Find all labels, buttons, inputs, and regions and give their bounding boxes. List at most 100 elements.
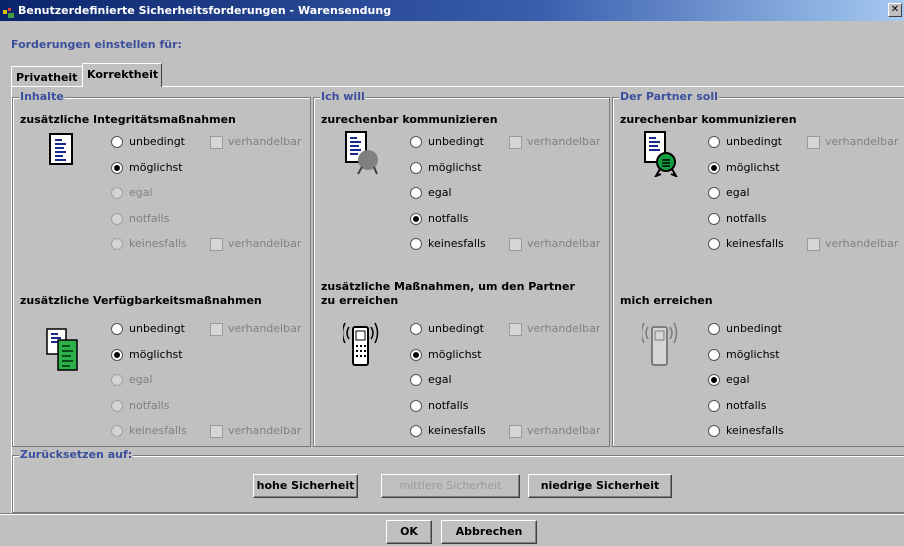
radio-label: möglichst (726, 347, 780, 361)
radio-button[interactable] (111, 212, 123, 225)
radio-integritaet-0[interactable]: unbedingt verhandelbar (111, 134, 306, 150)
radio-button[interactable] (111, 323, 123, 335)
group-legend: Inhalte (19, 90, 65, 104)
radio-label: notfalls (428, 398, 469, 412)
radio-button[interactable] (708, 348, 720, 361)
radio-button[interactable] (708, 212, 720, 225)
radio-partner-zurechenbar-3[interactable]: notfalls (708, 211, 903, 227)
radio-button[interactable] (111, 238, 123, 250)
verhandelbar-checkbox[interactable] (509, 323, 522, 336)
verhandelbar-checkbox[interactable] (807, 136, 820, 149)
radio-ich-zurechenbar-4[interactable]: keinesfalls verhandelbar (410, 236, 605, 252)
radio-ich-erreichen-0[interactable]: unbedingt verhandelbar (410, 321, 605, 337)
radio-partner-erreichen-1[interactable]: möglichst (708, 347, 903, 363)
radio-verfuegbarkeit-3[interactable]: notfalls (111, 398, 306, 414)
title-bar: Benutzerdefinierte Sicherheitsforderunge… (0, 0, 904, 21)
radio-ich-zurechenbar-2[interactable]: egal (410, 185, 605, 201)
radio-label: notfalls (129, 211, 170, 225)
radio-button[interactable] (708, 161, 720, 174)
radio-ich-erreichen-4[interactable]: keinesfalls verhandelbar (410, 423, 605, 439)
radio-ich-zurechenbar-3[interactable]: notfalls (410, 211, 605, 227)
radio-partner-erreichen-3[interactable]: notfalls (708, 398, 903, 414)
radio-ich-erreichen-1[interactable]: möglichst (410, 347, 605, 363)
radio-integritaet-3[interactable]: notfalls (111, 211, 306, 227)
radio-partner-zurechenbar-4[interactable]: keinesfalls verhandelbar (708, 236, 903, 252)
radio-partner-erreichen-0[interactable]: unbedingt (708, 321, 903, 337)
radio-ich-erreichen-3[interactable]: notfalls (410, 398, 605, 414)
radio-button[interactable] (410, 161, 422, 174)
window-title: Benutzerdefinierte Sicherheitsforderunge… (18, 4, 392, 17)
radio-button[interactable] (708, 374, 720, 386)
verhandelbar-checkbox[interactable] (807, 238, 820, 251)
radio-button[interactable] (410, 425, 422, 437)
reset-legend: Zurücksetzen auf: (19, 448, 134, 462)
radio-label: unbedingt (726, 135, 782, 148)
radio-label: keinesfalls (726, 237, 784, 250)
radio-verfuegbarkeit-1[interactable]: möglichst (111, 347, 306, 363)
radio-label: keinesfalls (428, 424, 486, 437)
radio-label: egal (129, 186, 153, 199)
radio-button[interactable] (708, 187, 720, 199)
radio-integritaet-2[interactable]: egal (111, 185, 306, 201)
radio-ich-erreichen-2[interactable]: egal (410, 372, 605, 388)
radio-button[interactable] (410, 136, 422, 148)
radio-button[interactable] (111, 399, 123, 412)
radio-verfuegbarkeit-2[interactable]: egal (111, 372, 306, 388)
radio-button[interactable] (111, 374, 123, 386)
mobile-phone-icon (640, 321, 678, 370)
dialog-window: Benutzerdefinierte Sicherheitsforderunge… (0, 0, 904, 546)
radio-label: keinesfalls (129, 237, 187, 250)
radio-label: unbedingt (428, 322, 484, 335)
verhandelbar-checkbox[interactable] (210, 136, 223, 149)
radio-button[interactable] (708, 136, 720, 148)
radio-button[interactable] (111, 187, 123, 199)
radio-button[interactable] (410, 212, 422, 225)
radio-partner-erreichen-2[interactable]: egal (708, 372, 903, 388)
forderungen-label: Forderungen einstellen für: (11, 38, 182, 51)
tab-privatheit[interactable]: Privatheit (11, 66, 83, 87)
reset-low-button[interactable]: niedrige Sicherheit (528, 474, 672, 498)
verhandelbar-checkbox[interactable] (509, 136, 522, 149)
radio-partner-zurechenbar-1[interactable]: möglichst (708, 160, 903, 176)
radio-button[interactable] (410, 399, 422, 412)
verhandelbar-checkbox[interactable] (210, 425, 223, 438)
radio-verfuegbarkeit-4[interactable]: keinesfalls verhandelbar (111, 423, 306, 439)
verhandelbar-checkbox[interactable] (210, 238, 223, 251)
radio-button[interactable] (708, 238, 720, 250)
ok-button[interactable]: OK (386, 520, 432, 544)
radio-partner-erreichen-4[interactable]: keinesfalls (708, 423, 903, 439)
radio-button[interactable] (111, 348, 123, 361)
radio-button[interactable] (410, 374, 422, 386)
radio-partner-zurechenbar-2[interactable]: egal (708, 185, 903, 201)
radio-button[interactable] (708, 425, 720, 437)
radio-button[interactable] (410, 323, 422, 335)
radio-button[interactable] (410, 187, 422, 199)
reset-high-button[interactable]: hohe Sicherheit (253, 474, 358, 498)
radio-button[interactable] (410, 238, 422, 250)
radio-button[interactable] (708, 323, 720, 335)
radio-ich-zurechenbar-1[interactable]: möglichst (410, 160, 605, 176)
close-button[interactable]: ✕ (888, 3, 902, 17)
footer-separator (0, 513, 904, 515)
cancel-button[interactable]: Abbrechen (441, 520, 537, 544)
verhandelbar-checkbox[interactable] (210, 323, 223, 336)
radio-integritaet-4[interactable]: keinesfalls verhandelbar (111, 236, 306, 252)
radio-label: möglichst (726, 160, 780, 174)
reset-medium-button[interactable]: mittlere Sicherheit (381, 474, 520, 498)
radio-ich-zurechenbar-0[interactable]: unbedingt verhandelbar (410, 134, 605, 150)
radio-label: keinesfalls (726, 424, 784, 437)
radio-button[interactable] (111, 136, 123, 148)
verhandelbar-checkbox[interactable] (509, 238, 522, 251)
tab-korrektheit[interactable]: Korrektheit (82, 63, 162, 87)
radio-label: notfalls (726, 398, 767, 412)
verhandelbar-checkbox[interactable] (509, 425, 522, 438)
radio-button[interactable] (410, 348, 422, 361)
document-copies-icon (46, 328, 80, 375)
radio-verfuegbarkeit-0[interactable]: unbedingt verhandelbar (111, 321, 306, 337)
radio-button[interactable] (111, 425, 123, 437)
radio-integritaet-1[interactable]: möglichst (111, 160, 306, 176)
radio-partner-zurechenbar-0[interactable]: unbedingt verhandelbar (708, 134, 903, 150)
radio-button[interactable] (111, 161, 123, 174)
radio-button[interactable] (708, 399, 720, 412)
radio-label: unbedingt (726, 322, 782, 335)
